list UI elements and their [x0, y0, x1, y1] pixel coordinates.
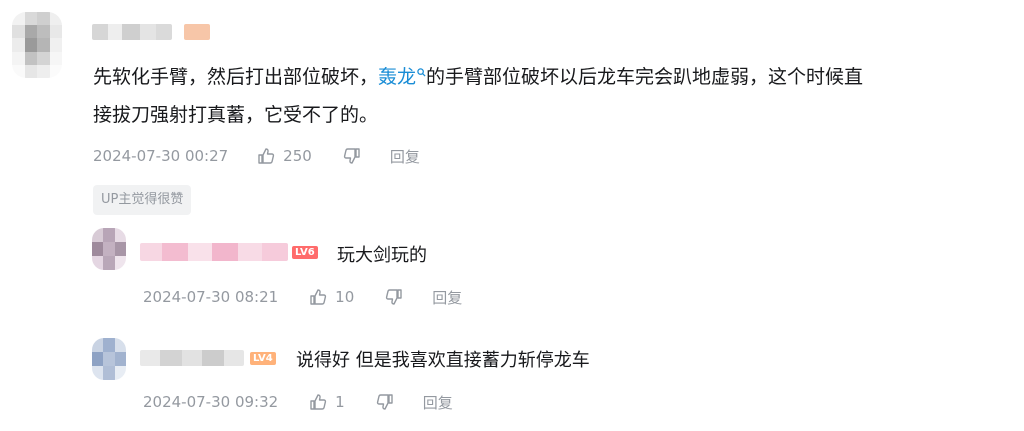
comment-time: 2024-07-30 00:27 [93, 147, 229, 165]
reply-text: 说得好 但是我喜欢直接蓄力斩停龙车 [296, 350, 590, 371]
user-avatar[interactable] [12, 12, 62, 78]
comment-text-part2: 的手臂部位破坏以后龙车完会趴地虚弱，这个时候直 [426, 66, 864, 88]
like-count: 1 [335, 393, 345, 411]
thumbs-down-icon [384, 287, 404, 307]
reply-time: 2024-07-30 09:32 [143, 393, 279, 411]
thumbs-down-icon [375, 392, 395, 412]
dislike-button[interactable] [384, 287, 404, 307]
thumbs-up-icon [256, 146, 276, 166]
reply-username[interactable] [140, 350, 244, 366]
comment-text-line2: 接拔刀强射打真蓄，它受不了的。 [93, 104, 379, 126]
like-count: 250 [283, 147, 312, 165]
like-count: 10 [335, 288, 355, 306]
reply-button[interactable]: 回复 [390, 146, 420, 167]
reply-avatar[interactable] [92, 338, 126, 380]
like-button[interactable]: 1 [308, 392, 345, 412]
comment-text-part1: 先软化手臂，然后打出部位破坏， [93, 66, 379, 88]
reply-avatar[interactable] [92, 228, 126, 270]
comment-meta: 2024-07-30 00:27 250 回复 [93, 144, 420, 168]
reply-username[interactable] [140, 243, 288, 261]
up-liked-badge: UP主觉得很赞 [93, 185, 192, 215]
comment-text: 先软化手臂，然后打出部位破坏，轰龙 的手臂部位破坏以后龙车完会趴地虚弱，这个时候直 [93, 60, 863, 95]
thumbs-up-icon [308, 392, 328, 412]
reply-time: 2024-07-30 08:21 [143, 288, 279, 306]
user-level-badge: LV6 [292, 246, 318, 259]
reply-text: 玩大剑玩的 [337, 245, 427, 266]
dislike-button[interactable] [342, 146, 362, 166]
thumbs-down-icon [342, 146, 362, 166]
username[interactable] [92, 24, 172, 40]
reply-button[interactable]: 回复 [432, 287, 462, 308]
like-button[interactable]: 250 [256, 146, 312, 166]
thumbs-up-icon [308, 287, 328, 307]
search-icon [417, 56, 426, 91]
reply-meta: 2024-07-30 08:21 10 回复 [143, 285, 462, 309]
keyword-link[interactable]: 轰龙 [378, 66, 426, 88]
user-level-badge: LV4 [250, 352, 276, 365]
reply-meta: 2024-07-30 09:32 1 回复 [143, 390, 453, 414]
dislike-button[interactable] [375, 392, 395, 412]
like-button[interactable]: 10 [308, 287, 354, 307]
user-badge [184, 24, 210, 40]
reply-button[interactable]: 回复 [423, 392, 453, 413]
keyword-link-text: 轰龙 [378, 66, 417, 88]
